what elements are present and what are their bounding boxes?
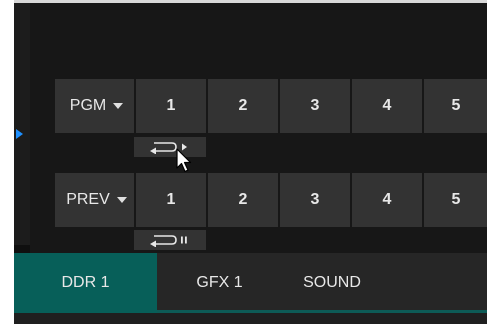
collapse-arrow-icon[interactable]: [16, 129, 23, 139]
prev-source-2-button[interactable]: 2: [208, 173, 278, 227]
pgm-source-2-button[interactable]: 2: [208, 79, 278, 133]
prev-loop-pause-button[interactable]: [134, 230, 206, 250]
pgm-row: PGM 1 2 3 4 5: [55, 79, 487, 133]
prev-source-5-button[interactable]: 5: [424, 173, 487, 227]
chevron-down-icon: [116, 197, 127, 203]
left-side-strip: [14, 3, 30, 245]
prev-source-4-button[interactable]: 4: [352, 173, 422, 227]
pgm-bus-label: PGM: [69, 97, 107, 114]
module-tab-bar: DDR 1 GFX 1 SOUND: [14, 253, 487, 313]
loop-pause-icon: [150, 235, 187, 247]
tab-ddr-1[interactable]: DDR 1: [14, 253, 157, 313]
tab-sound[interactable]: SOUND: [282, 253, 382, 313]
tab-gfx-1[interactable]: GFX 1: [157, 253, 282, 313]
chevron-down-icon: [113, 103, 124, 109]
pgm-source-3-button[interactable]: 3: [280, 79, 350, 133]
prev-bus-dropdown[interactable]: PREV: [55, 173, 134, 227]
prev-source-1-button[interactable]: 1: [136, 173, 206, 227]
pgm-source-1-button[interactable]: 1: [136, 79, 206, 133]
pgm-loop-play-button[interactable]: [134, 137, 206, 157]
pgm-source-5-button[interactable]: 5: [424, 79, 487, 133]
pgm-source-4-button[interactable]: 4: [352, 79, 422, 133]
pgm-bus-dropdown[interactable]: PGM: [55, 79, 134, 133]
prev-bus-label: PREV: [66, 191, 110, 208]
window-left-border: [0, 0, 14, 324]
mouse-pointer-icon: [176, 148, 194, 179]
prev-row: PREV 1 2 3 4 5: [55, 173, 487, 227]
prev-source-3-button[interactable]: 3: [280, 173, 350, 227]
bottom-strip: [14, 313, 487, 324]
